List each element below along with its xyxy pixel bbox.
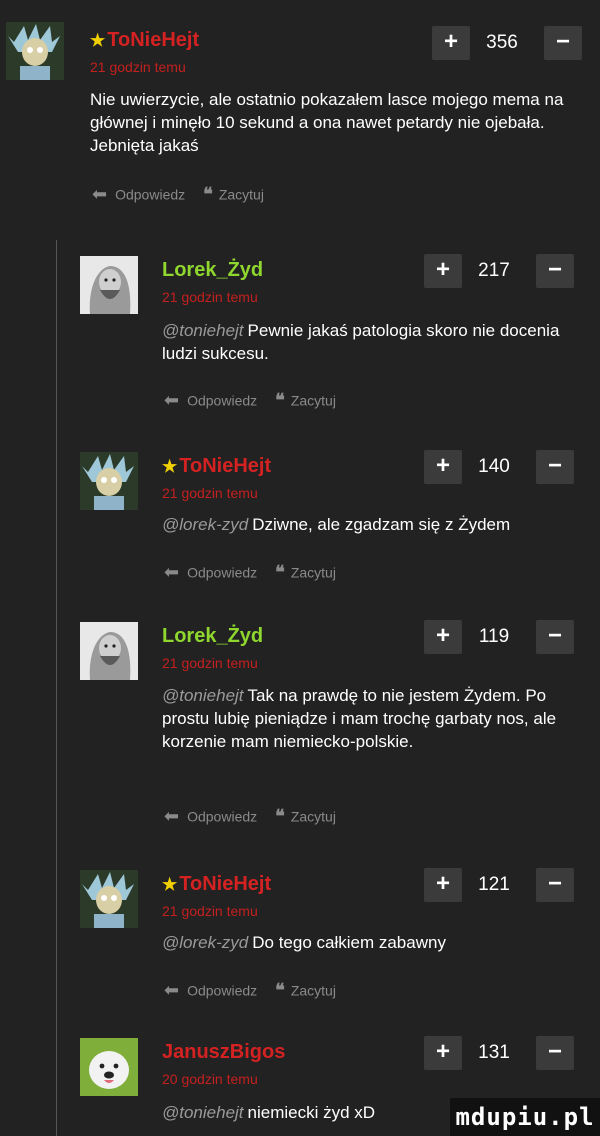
comment-time: 21 godzin temu [162,903,258,919]
comment-time: 21 godzin temu [162,655,258,671]
avatar-image [80,256,138,314]
quote-link[interactable]: Zacytuj [219,186,264,202]
downvote-button[interactable]: − [536,868,574,902]
site-watermark: mdupiu.pl [450,1098,600,1136]
avatar-rick[interactable] [6,22,64,80]
downvote-button[interactable]: − [544,26,582,60]
downvote-button[interactable]: − [536,450,574,484]
star-icon: ★ [90,31,106,50]
vote-score: 217 [478,260,510,281]
vote-widget: + 121 − [424,868,580,902]
avatar-lorek[interactable] [80,256,138,314]
comment-author[interactable]: ★ ToNieHejt [162,872,271,897]
star-icon: ★ [162,875,178,894]
comment-text: @toniehejt niemiecki żyd xD [162,1103,376,1122]
downvote-button[interactable]: − [536,1036,574,1070]
reply-thread-line [56,240,57,1136]
comment-actions: ⬅ Odpowiedz ❝ Zacytuj [164,980,336,999]
mention-link[interactable]: @lorek-zyd [162,933,248,952]
quote-icon: ❝ [203,184,213,205]
mention-link[interactable]: @lorek-zyd [162,515,248,534]
comment-actions: ⬅ Odpowiedz ❝ Zacytuj [164,806,336,825]
quote-link[interactable]: Zacytuj [291,982,336,998]
comment-text: Nie uwierzycie, ale ostatnio pokazałem l… [90,90,564,155]
avatar-lorek[interactable] [80,622,138,680]
upvote-button[interactable]: + [432,26,470,60]
vote-score: 140 [478,456,510,477]
quote-link[interactable]: Zacytuj [291,564,336,580]
comment-text: @toniehejt Pewnie jakaś patologia skoro n… [162,321,560,363]
comment-text: @lorek-zyd Do tego całkiem zabawny [162,933,446,952]
comment-author[interactable]: JanuszBigos [162,1040,285,1064]
vote-widget: + 140 − [424,450,580,484]
quote-icon: ❝ [275,390,285,411]
reply-arrow-icon: ⬅ [164,980,180,1001]
reply-arrow-icon: ⬅ [164,390,180,411]
comment-time: 21 godzin temu [162,289,258,305]
comment-author[interactable]: ★ ToNieHejt [162,454,271,479]
comment-time: 21 godzin temu [90,59,186,75]
vote-widget: + 217 − [424,254,580,288]
vote-widget: + 131 − [424,1036,580,1070]
upvote-button[interactable]: + [424,620,462,654]
upvote-button[interactable]: + [424,868,462,902]
quote-icon: ❝ [275,562,285,583]
avatar-image [80,1038,138,1096]
downvote-button[interactable]: − [536,254,574,288]
avatar-rick[interactable] [80,452,138,510]
comment-author[interactable]: Lorek_Żyd [162,258,263,282]
comment-time: 20 godzin temu [162,1071,258,1087]
vote-score: 119 [478,626,510,647]
reply-link[interactable]: Odpowiedz [187,564,257,580]
comment-time: 21 godzin temu [162,485,258,501]
quote-icon: ❝ [275,980,285,1001]
comment-actions: ⬅ Odpowiedz ❝ Zacytuj [164,390,336,409]
reply-link[interactable]: Odpowiedz [187,982,257,998]
vote-score: 121 [478,874,510,895]
reply-arrow-icon: ⬅ [164,806,180,827]
avatar-image [80,622,138,680]
quote-icon: ❝ [275,806,285,827]
vote-widget: + 119 − [424,620,580,654]
avatar-image [80,870,138,928]
upvote-button[interactable]: + [424,254,462,288]
star-icon: ★ [162,457,178,476]
upvote-button[interactable]: + [424,450,462,484]
reply-arrow-icon: ⬅ [92,184,108,205]
upvote-button[interactable]: + [424,1036,462,1070]
comment-text: @toniehejt Tak na prawdę to nie jestem Ży… [162,686,557,751]
comment-author[interactable]: Lorek_Żyd [162,624,263,648]
avatar-image [6,22,64,80]
downvote-button[interactable]: − [536,620,574,654]
avatar-image [80,452,138,510]
mention-link[interactable]: @toniehejt [162,686,244,705]
avatar-dog[interactable] [80,1038,138,1096]
mention-link[interactable]: @toniehejt [162,321,244,340]
avatar-rick[interactable] [80,870,138,928]
vote-score: 131 [478,1042,510,1063]
reply-arrow-icon: ⬅ [164,562,180,583]
comment-text: @lorek-zyd Dziwne, ale zgadzam się z Żyde… [162,515,511,534]
vote-score: 356 [486,32,518,53]
reply-link[interactable]: Odpowiedz [187,808,257,824]
comment-author[interactable]: ★ ToNieHejt [90,28,199,53]
reply-link[interactable]: Odpowiedz [187,392,257,408]
vote-widget: + 356 − [432,26,588,60]
comment-actions: ⬅ Odpowiedz ❝ Zacytuj [92,184,264,203]
reply-link[interactable]: Odpowiedz [115,186,185,202]
comment-actions: ⬅ Odpowiedz ❝ Zacytuj [164,562,336,581]
mention-link[interactable]: @toniehejt [162,1103,244,1122]
quote-link[interactable]: Zacytuj [291,392,336,408]
quote-link[interactable]: Zacytuj [291,808,336,824]
